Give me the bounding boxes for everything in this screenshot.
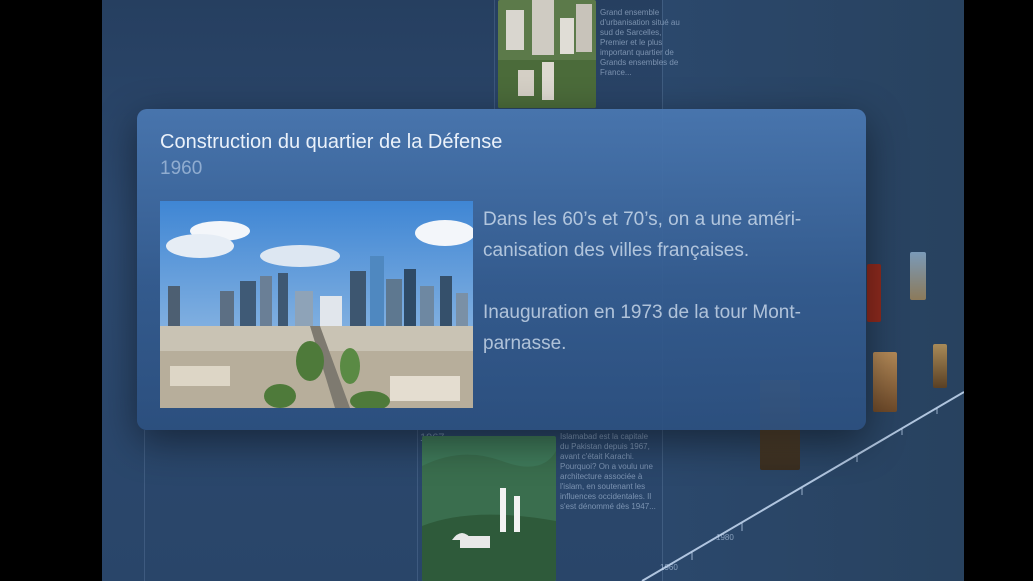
event-description: Dans les 60’s et 70’s, on a une améri-ca… (483, 204, 853, 390)
axis-label-1980: 1980 (716, 533, 734, 542)
event-title: Construction du quartier de la Défense (160, 131, 503, 153)
axis-label-1960: 1960 (660, 563, 678, 572)
event-photo[interactable] (160, 201, 473, 408)
event-paragraph: Dans les 60’s et 70’s, on a une améri-ca… (483, 209, 802, 261)
event-year: 1960 (160, 158, 203, 179)
event-detail-card[interactable]: Construction du quartier de la Défense 1… (137, 109, 866, 430)
event-paragraph: Inauguration en 1973 de la tour Mont-par… (483, 302, 801, 354)
